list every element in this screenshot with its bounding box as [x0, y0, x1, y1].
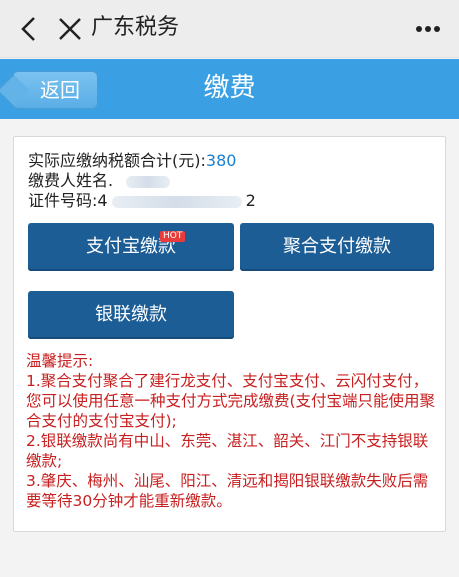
payment-card: 实际应缴纳税额合计(元):380 缴费人姓名. 证件号码:4 2 支付宝缴款 HO…	[13, 136, 446, 532]
unionpay-pay-button[interactable]: 银联缴款	[28, 291, 234, 339]
back-button-label: 返回	[40, 78, 80, 102]
tip-item: 1.聚合支付聚合了建行龙支付、支付宝支付、云闪付支付，您可以使用任意一种支付方式…	[26, 372, 436, 430]
id-row: 证件号码:4 2	[28, 191, 256, 211]
back-button[interactable]: 返回	[12, 71, 98, 109]
chevron-left-icon[interactable]	[18, 15, 40, 43]
payment-info: 实际应缴纳税额合计(元):380 缴费人姓名. 证件号码:4 2	[28, 151, 256, 211]
payer-label: 缴费人姓名.	[28, 171, 114, 190]
hot-badge: HOT	[160, 231, 186, 242]
more-icon[interactable]	[415, 15, 441, 43]
tips-heading: 温馨提示:	[26, 352, 94, 370]
payer-row: 缴费人姓名.	[28, 171, 256, 191]
close-icon[interactable]	[57, 15, 83, 43]
page-header: 缴费 返回	[0, 59, 459, 119]
amount-row: 实际应缴纳税额合计(元):380	[28, 151, 256, 171]
redacted-id	[111, 195, 242, 208]
app-title: 广东税务	[91, 15, 180, 40]
amount-label: 实际应缴纳税额合计(元):	[28, 151, 206, 170]
redacted-name	[126, 175, 171, 188]
aggregate-pay-button[interactable]: 聚合支付缴款	[240, 223, 434, 271]
tip-item: 2.银联缴款尚有中山、东莞、湛江、韶关、江门不支持银联缴款;	[26, 432, 429, 470]
id-suffix: 2	[245, 191, 256, 210]
tips-section: 温馨提示: 1.聚合支付聚合了建行龙支付、支付宝支付、云闪付支付，您可以使用任意…	[26, 351, 438, 511]
tip-item: 3.肇庆、梅州、汕尾、阳江、清远和揭阳银联缴款失败后需要等待30分钟才能重新缴款…	[26, 472, 429, 510]
id-prefix: 4	[97, 191, 108, 210]
amount-value: 380	[205, 151, 237, 170]
id-label: 证件号码:	[28, 191, 98, 210]
wechat-topbar: 广东税务	[0, 0, 459, 58]
aggregate-pay-label: 聚合支付缴款	[283, 236, 391, 257]
unionpay-pay-label: 银联缴款	[95, 304, 167, 325]
alipay-pay-button[interactable]: 支付宝缴款 HOT	[28, 223, 234, 271]
